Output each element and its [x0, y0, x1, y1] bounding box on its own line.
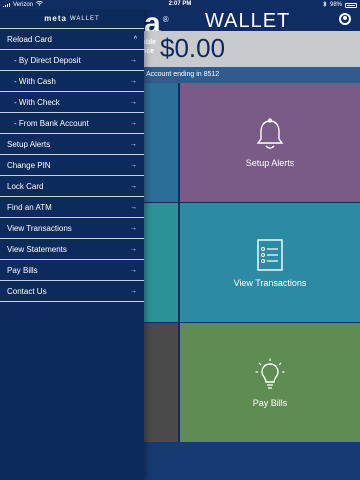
- tile-label-setup-alerts: Setup Alerts: [245, 157, 295, 168]
- arrow-right-icon: →: [130, 182, 137, 190]
- arrow-right-icon: →: [130, 140, 137, 148]
- chevron-up-icon: ^: [133, 35, 137, 43]
- account-text: Account ending in 8512: [146, 71, 220, 78]
- arrow-right-icon: →: [130, 56, 137, 64]
- battery-percent: 98%: [329, 2, 342, 8]
- tile-view-transactions[interactable]: View Transactions: [180, 203, 360, 322]
- menu-item-view-transactions[interactable]: View Transactions →: [0, 218, 144, 239]
- battery-icon: [345, 2, 357, 8]
- arrow-right-icon: →: [130, 245, 137, 253]
- status-right: 98%: [323, 0, 357, 9]
- menu-item-with-check[interactable]: - With Check →: [0, 92, 144, 113]
- list-document-icon: [257, 238, 283, 271]
- tile-pay-bills[interactable]: Pay Bills: [180, 323, 360, 442]
- menu-item-pay-bills[interactable]: Pay Bills →: [0, 260, 144, 281]
- menu-item-contact-us[interactable]: Contact Us →: [0, 281, 144, 302]
- tile-setup-alerts[interactable]: Setup Alerts: [180, 83, 360, 202]
- drawer-brand-wallet: WALLET: [69, 15, 100, 22]
- status-bar: Verizon 2:07 PM 98%: [0, 0, 360, 9]
- tile-label-pay-bills: Pay Bills: [252, 397, 288, 408]
- arrow-right-icon: →: [130, 119, 137, 127]
- arrow-right-icon: →: [130, 224, 137, 232]
- menu-item-with-cash[interactable]: - With Cash →: [0, 71, 144, 92]
- tile-label-view-transactions: View Transactions: [233, 277, 307, 288]
- balance-amount: $0.00: [160, 33, 226, 63]
- drawer-brand: meta WALLET: [0, 9, 144, 29]
- menu-item-reload-card[interactable]: Reload Card ^: [0, 29, 144, 50]
- bell-icon: [256, 117, 284, 149]
- balance-label: able nce: [142, 39, 157, 55]
- bluetooth-icon: [323, 0, 327, 9]
- arrow-right-icon: →: [130, 287, 137, 295]
- menu-item-by-direct-deposit[interactable]: - By Direct Deposit →: [0, 50, 144, 71]
- arrow-right-icon: →: [130, 266, 137, 274]
- menu-item-lock-card[interactable]: Lock Card →: [0, 176, 144, 197]
- arrow-right-icon: →: [130, 203, 137, 211]
- menu-item-view-statements[interactable]: View Statements →: [0, 239, 144, 260]
- drawer-brand-logo: meta: [44, 14, 67, 23]
- lightbulb-icon: [255, 358, 285, 389]
- brand-wallet-text: WALLET: [205, 10, 291, 32]
- menu-item-setup-alerts[interactable]: Setup Alerts →: [0, 134, 144, 155]
- arrow-right-icon: →: [130, 161, 137, 169]
- side-drawer: meta WALLET Reload Card ^ - By Direct De…: [0, 9, 144, 480]
- status-time: 2:07 PM: [168, 1, 192, 7]
- arrow-right-icon: →: [130, 98, 137, 106]
- menu-item-find-an-atm[interactable]: Find an ATM →: [0, 197, 144, 218]
- arrow-right-icon: →: [130, 77, 137, 85]
- menu-item-change-pin[interactable]: Change PIN →: [0, 155, 144, 176]
- user-profile-icon[interactable]: [339, 13, 351, 25]
- menu-item-from-bank-account[interactable]: - From Bank Account →: [0, 113, 144, 134]
